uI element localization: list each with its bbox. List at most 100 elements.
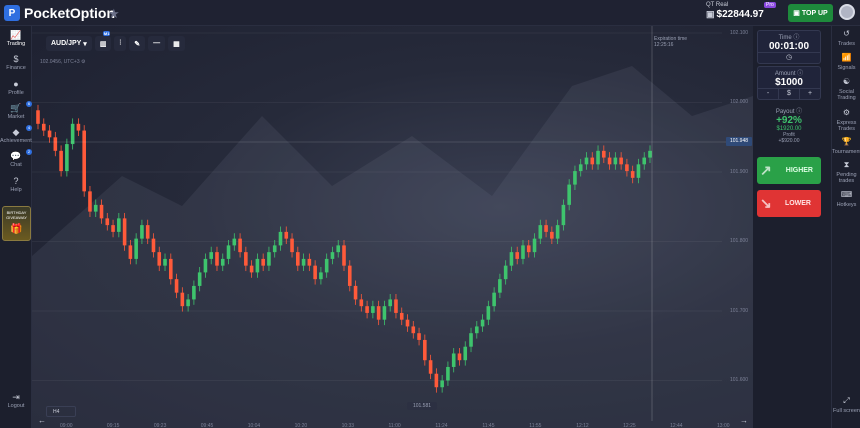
grid-icon: ▦ (173, 40, 180, 48)
candle-up (509, 252, 514, 266)
candle-up (330, 252, 335, 259)
amount-currency-button[interactable]: $ (779, 89, 800, 99)
timeframe-selector[interactable]: H4 (46, 406, 76, 417)
lower-label: LOWER (784, 200, 811, 207)
top-up-button[interactable]: ▣ TOP UP (788, 4, 833, 22)
favorite-star-icon[interactable]: ★ (108, 6, 120, 22)
gift-icon: 🎁 (10, 224, 23, 235)
chart-type-badge: M1 (102, 31, 111, 36)
candle-up (209, 252, 214, 259)
settings-icon[interactable]: ⚙ (81, 59, 85, 65)
candle-up (272, 245, 277, 253)
candle-down (342, 245, 346, 266)
chart-toolbar: AUD/JPY ▾ ▥ M1 ⫶ ✎ — ▦ (46, 31, 185, 51)
candle-up (301, 258, 306, 266)
y-tick-label: 101.700 (730, 308, 749, 314)
rightnav-item-pending-trades[interactable]: ⧗ Pending trades (832, 160, 860, 185)
rightnav-item-signals[interactable]: 📶 Signals (832, 53, 860, 72)
candle-up (578, 164, 583, 172)
candle-up (186, 299, 190, 307)
candle-up (474, 326, 479, 334)
rightnav-item-trades[interactable]: ↺ Trades (832, 29, 860, 48)
candle-up (220, 258, 225, 266)
candle-up (584, 157, 589, 165)
sidebar-item-chat[interactable]: 💬 Chat 2 (0, 149, 32, 168)
logout-button[interactable]: ⇥ Logout (0, 392, 32, 409)
candle-down (353, 285, 358, 300)
candle-down (59, 150, 63, 172)
pair-selector[interactable]: AUD/JPY ▾ (46, 36, 92, 51)
x-tick-label: 13:00 (717, 423, 730, 428)
logout-icon: ⇥ (12, 392, 20, 402)
candle-down (128, 245, 133, 259)
x-tick-label: 12:12 (576, 423, 589, 428)
candle-up (648, 150, 652, 158)
rightnav-item-social-trading[interactable]: ☯ Social Trading (832, 78, 860, 102)
candle-down (47, 130, 52, 138)
chart-canvas[interactable] (32, 26, 753, 428)
sidebar-item-help[interactable]: ? Help (0, 176, 32, 193)
amount-plus-button[interactable]: + (800, 89, 820, 99)
user-icon: ● (13, 79, 19, 89)
line-tool-button[interactable]: — (148, 36, 166, 51)
higher-button[interactable]: ↗ HIGHER (757, 157, 821, 184)
candle-down (607, 157, 612, 165)
scroll-right-icon[interactable]: → (740, 416, 748, 425)
signal-icon: 📶 (841, 53, 852, 62)
promo-banner[interactable]: BIRTHDAY GIVEAWAY 🎁 (2, 206, 31, 241)
indicators-button[interactable]: ⫶ (114, 36, 127, 51)
x-tick-label: 12:25 (623, 423, 636, 428)
lower-button[interactable]: ↘ LOWER (757, 190, 821, 217)
logo[interactable]: P PocketOption (4, 5, 115, 21)
price-chart[interactable]: AUD/JPY ▾ ▥ M1 ⫶ ✎ — ▦ 102.0456, UTC+3 ⚙ … (32, 26, 753, 428)
candle-down (457, 353, 462, 361)
candle-down (428, 360, 433, 374)
rightnav-item-express-trades[interactable]: ⚙ Express Trades (832, 109, 860, 133)
clock-icon[interactable]: ◷ (758, 53, 820, 63)
time-value[interactable]: 00:01:00 (758, 41, 820, 52)
fullscreen-button[interactable]: ⤢ Full screen (832, 397, 860, 415)
hourglass-icon: ⧗ (843, 160, 850, 169)
candle-down (619, 157, 623, 165)
amount-value[interactable]: $1000 (758, 77, 820, 88)
avatar[interactable] (839, 4, 855, 20)
candle-down (99, 204, 104, 219)
balance-value: $22844.97 (716, 9, 764, 20)
layout-button[interactable]: ▦ (168, 36, 185, 51)
sidebar-item-label: Profile (8, 90, 24, 96)
sidebar-item-market[interactable]: 🛒 Market 6 (0, 101, 32, 120)
candle-up (70, 123, 75, 145)
candle-up (226, 245, 231, 259)
keyboard-icon: ⌨ (840, 190, 853, 199)
candle-up (232, 238, 237, 246)
time-box[interactable]: Time ⓘ 00:01:00 ◷ (757, 30, 821, 64)
chart-type-button[interactable]: ▥ M1 (94, 31, 112, 51)
candle-down (261, 258, 265, 266)
candle-up (203, 258, 208, 273)
account-balance[interactable]: QT Real Pro ▣ $22844.97 (706, 2, 776, 20)
candle-up (319, 272, 323, 280)
sidebar-item-achievements[interactable]: ◆ Achievements 4 (0, 125, 35, 144)
rightnav-item-hotkeys[interactable]: ⌨ Hotkeys (832, 190, 860, 209)
sidebar-item-finance[interactable]: $ Finance (0, 54, 32, 71)
drawing-button[interactable]: ✎ (129, 36, 146, 51)
candle-down (238, 238, 242, 253)
amount-box[interactable]: Amount ⓘ $1000 - $ + (757, 66, 821, 100)
logout-label: Logout (7, 403, 25, 409)
x-tick-label: 09:00 (60, 423, 73, 428)
candle-up (532, 238, 537, 253)
sidebar-item-trading[interactable]: 📈 Trading (0, 30, 32, 47)
scroll-left-icon[interactable]: ← (38, 416, 46, 425)
rightnav-item-label: Pending trades (836, 172, 857, 184)
rightnav-item-label: Social Trading (837, 89, 856, 101)
amount-minus-button[interactable]: - (758, 89, 779, 99)
candle-up (388, 299, 392, 307)
x-tick-label: 11:45 (482, 423, 495, 428)
candle-up (93, 204, 98, 212)
history-icon: ↺ (843, 29, 850, 38)
candle-down (630, 171, 635, 178)
candle-up (163, 258, 167, 266)
sidebar-item-profile[interactable]: ● Profile (0, 79, 32, 96)
rightnav-item-tournaments[interactable]: 🏆 Tournaments (832, 138, 860, 156)
y-tick-label: 101.600 (730, 377, 749, 383)
